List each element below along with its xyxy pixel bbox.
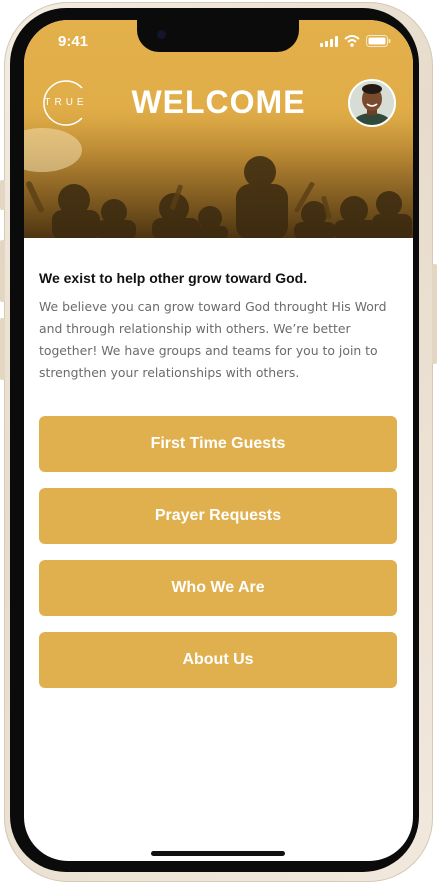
phone-notch	[137, 20, 299, 52]
volume-up-button	[0, 240, 5, 302]
intro-description: We believe you can grow toward God throu…	[39, 299, 387, 380]
mute-switch	[0, 180, 5, 210]
home-indicator[interactable]	[151, 851, 285, 856]
logo-text: TRUE	[44, 97, 88, 108]
worship-crowd-image	[24, 120, 413, 238]
who-we-are-button[interactable]: Who We Are	[39, 560, 397, 616]
battery-icon	[366, 35, 391, 47]
camera-icon	[157, 30, 166, 39]
about-us-button[interactable]: About Us	[39, 632, 397, 688]
status-time: 9:41	[58, 33, 89, 50]
volume-down-button	[0, 318, 5, 380]
hero-banner: TRUE WELCOME	[24, 20, 413, 238]
first-time-guests-button[interactable]: First Time Guests	[39, 416, 397, 472]
cellular-signal-icon	[320, 35, 338, 47]
status-icons	[320, 35, 391, 47]
intro-heading: We exist to help other grow toward God.	[39, 270, 308, 286]
page-title: WELCOME	[131, 84, 306, 120]
prayer-requests-button[interactable]: Prayer Requests	[39, 488, 397, 544]
profile-avatar[interactable]	[348, 79, 396, 127]
power-button	[432, 264, 437, 364]
true-logo: TRUE	[38, 78, 94, 128]
app-screen: TRUE WELCOME 9:41 We exist to help other…	[24, 20, 413, 861]
wifi-icon	[344, 35, 360, 47]
avatar-photo-icon	[350, 81, 394, 125]
